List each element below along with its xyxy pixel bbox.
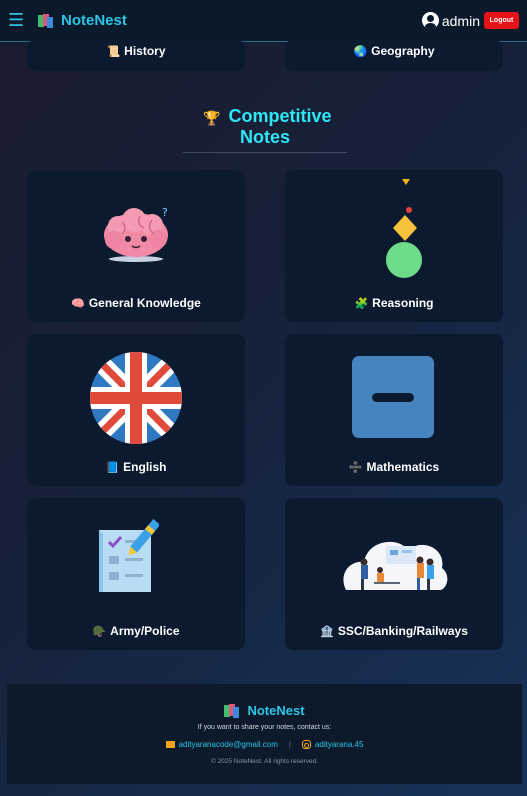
- puzzle-icon: 🧩: [354, 298, 369, 310]
- card-geography[interactable]: 🌏 Geography: [285, 40, 503, 71]
- globe-icon: 🌏: [353, 46, 368, 58]
- helmet-icon: 🪖: [92, 626, 107, 638]
- card-label: 🧩 Reasoning: [354, 296, 434, 310]
- books-logo-icon: [224, 703, 240, 718]
- instagram-link[interactable]: adityarana.45: [301, 740, 363, 749]
- bank-icon: 🏦: [320, 626, 334, 638]
- footer-brand: NoteNest: [7, 703, 522, 718]
- card-label: 🌏 Geography: [353, 44, 435, 58]
- book-icon: 📘: [105, 462, 120, 474]
- clipboard-illustration: [99, 519, 159, 592]
- user-circle-icon: [421, 12, 439, 29]
- card-english[interactable]: 📘 English: [27, 334, 245, 486]
- card-label: 📘 English: [105, 460, 167, 474]
- hamburger-menu-icon[interactable]: ☰: [8, 10, 24, 31]
- username: admin: [441, 12, 480, 29]
- instagram-icon: [301, 740, 311, 749]
- footer-brand-name: NoteNest: [247, 703, 305, 718]
- brand-link[interactable]: NoteNest: [38, 12, 127, 29]
- card-mathematics[interactable]: ➗ Mathematics: [285, 334, 503, 486]
- team-meeting-illustration: [343, 541, 448, 590]
- svg-text:?: ?: [162, 206, 168, 219]
- minus-illustration: [352, 356, 434, 438]
- title-divider: [183, 152, 347, 153]
- brand-name: NoteNest: [61, 12, 127, 29]
- email-link[interactable]: adityaranacode@gmail.com: [165, 740, 278, 749]
- uk-flag-illustration: [90, 352, 182, 444]
- card-general-knowledge[interactable]: ? 🧠 General Knowledge: [27, 170, 245, 322]
- scroll-icon: 📜: [106, 46, 121, 58]
- shapes-illustration: [386, 179, 422, 278]
- user-area: admin Logout: [421, 12, 519, 29]
- brain-illustration: ?: [104, 206, 168, 262]
- card-label: 🏦 SSC/Banking/Railways: [320, 624, 468, 638]
- card-label: 🧠 General Knowledge: [71, 296, 201, 310]
- books-logo-icon: [38, 13, 54, 28]
- footer-contact-text: If you want to share your notes, contact…: [197, 724, 332, 731]
- navbar: ☰ NoteNest admin Logout: [0, 0, 527, 42]
- footer-contacts: adityaranacode@gmail.com | adityarana.45: [7, 740, 522, 749]
- card-history[interactable]: 📜 History: [27, 40, 245, 71]
- logout-button[interactable]: Logout: [484, 12, 519, 29]
- envelope-icon: [165, 741, 175, 748]
- card-label: ➗ Mathematics: [348, 460, 440, 474]
- brain-icon: 🧠: [71, 298, 85, 310]
- card-label: 🪖 Army/Police: [92, 624, 180, 638]
- divide-icon: ➗: [348, 462, 363, 474]
- separator: |: [288, 740, 291, 749]
- copyright: © 2025 NoteNest. All rights reserved.: [210, 758, 319, 765]
- footer: NoteNest If you want to share your notes…: [7, 684, 522, 784]
- card-ssc-banking-railways[interactable]: 🏦 SSC/Banking/Railways: [285, 498, 503, 650]
- card-label: 📜 History: [106, 44, 166, 58]
- section-title: 🏆 Competitive Notes: [203, 106, 332, 147]
- card-army-police[interactable]: 🪖 Army/Police: [27, 498, 245, 650]
- card-reasoning[interactable]: 🧩 Reasoning: [285, 170, 503, 322]
- trophy-icon: 🏆: [203, 110, 221, 126]
